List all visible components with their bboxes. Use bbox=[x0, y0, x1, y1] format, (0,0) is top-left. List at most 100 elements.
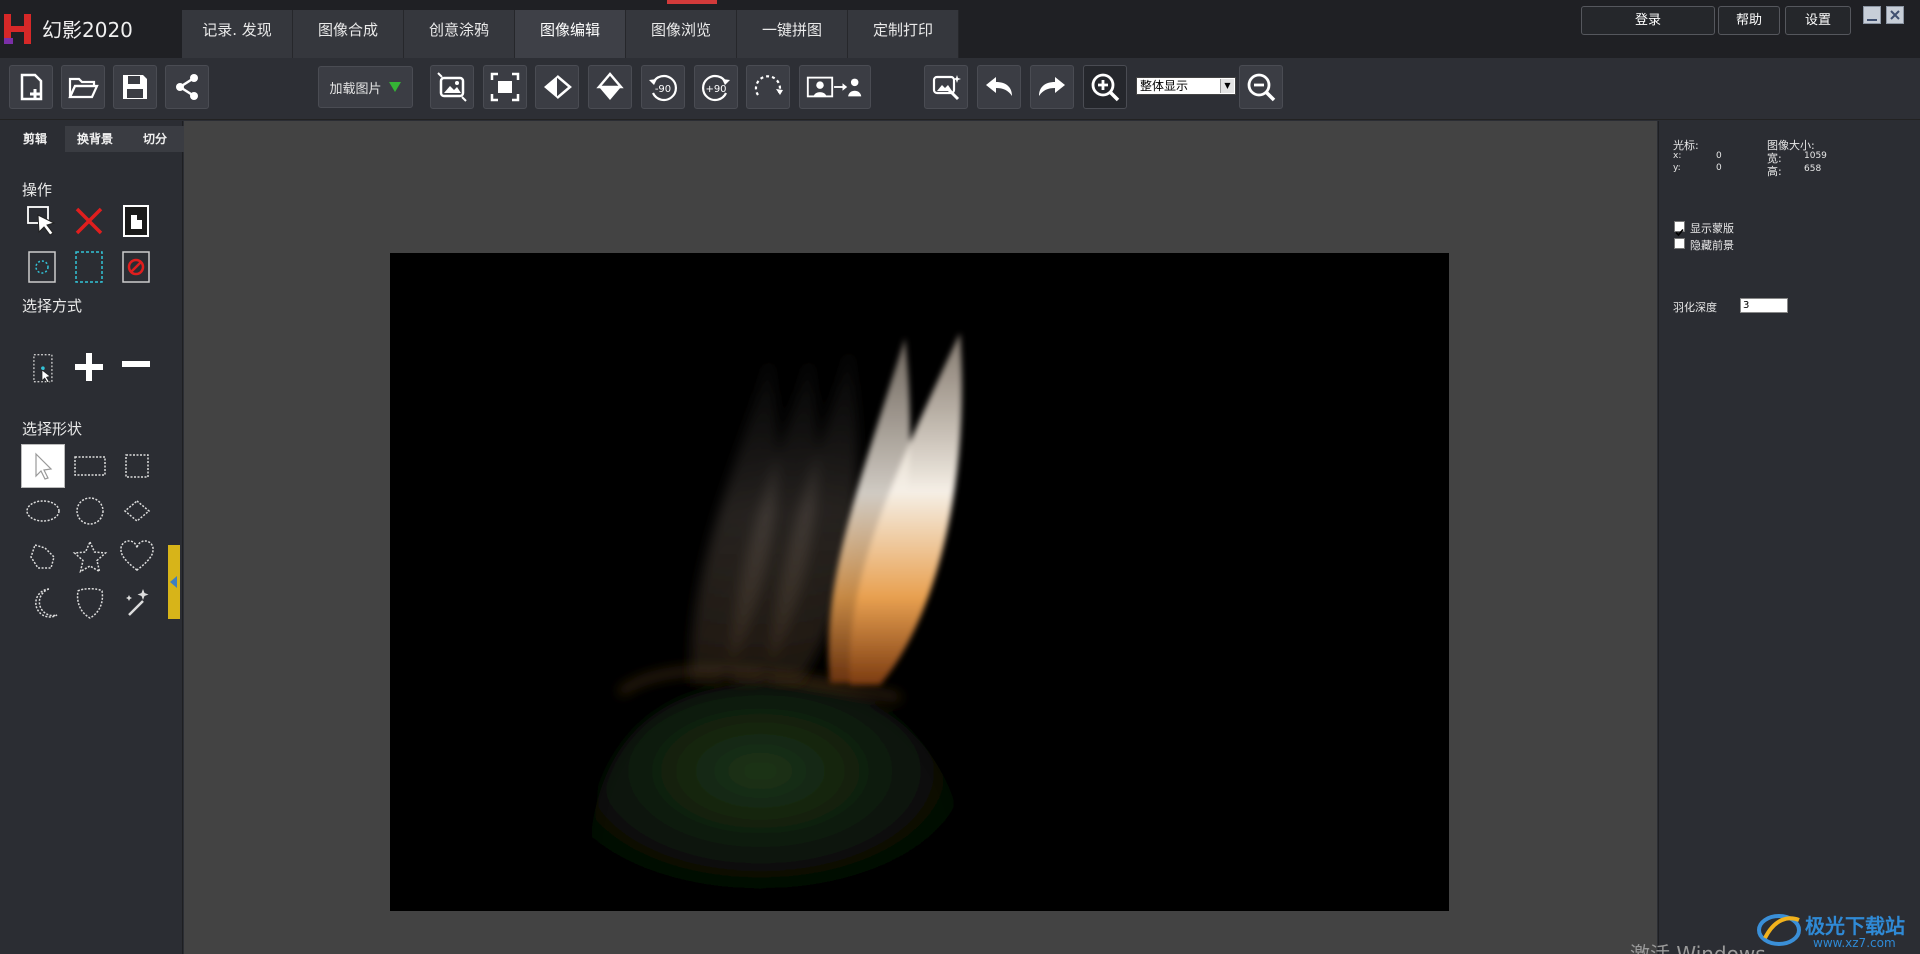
main-tabs: 记录. 发现 图像合成 创意涂鸦 图像编辑 图像浏览 一键拼图 定制打印 bbox=[182, 10, 959, 58]
brand-logo-icon bbox=[1757, 914, 1801, 946]
show-mask-label: 显示蒙版 bbox=[1690, 222, 1734, 235]
select-cursor-icon bbox=[27, 206, 56, 236]
show-mask-checkbox[interactable] bbox=[1674, 221, 1685, 237]
active-tab-marker bbox=[667, 0, 717, 4]
actual-size-icon bbox=[490, 72, 520, 102]
login-button[interactable]: 登录 bbox=[1581, 6, 1715, 35]
zoom-in-button[interactable] bbox=[1083, 65, 1127, 109]
select-move-tool[interactable] bbox=[22, 201, 62, 241]
tab-image-edit[interactable]: 图像编辑 bbox=[515, 10, 626, 58]
polygon-shape-icon bbox=[30, 544, 55, 569]
add-selection-mode[interactable] bbox=[69, 347, 109, 387]
delete-selection-tool[interactable] bbox=[69, 201, 109, 241]
no-entry-icon bbox=[122, 251, 150, 283]
fit-image-icon bbox=[437, 72, 467, 102]
tab-clip[interactable]: 剪辑 bbox=[5, 126, 65, 152]
minimize-button[interactable] bbox=[1863, 6, 1881, 24]
collapse-arrow-icon bbox=[170, 576, 177, 588]
auto-enhance-button[interactable] bbox=[924, 65, 968, 109]
settings-button[interactable]: 设置 bbox=[1785, 6, 1851, 35]
tab-change-background[interactable]: 换背景 bbox=[65, 126, 125, 152]
tab-image-compose[interactable]: 图像合成 bbox=[293, 10, 404, 58]
tab-split[interactable]: 切分 bbox=[125, 126, 185, 152]
tab-record-discover[interactable]: 记录. 发现 bbox=[182, 10, 293, 58]
auto-enhance-icon bbox=[932, 75, 961, 101]
rotate-plus-90-button[interactable]: +90 bbox=[694, 65, 738, 109]
tab-one-click-collage[interactable]: 一键拼图 bbox=[737, 10, 848, 58]
clear-selection-tool[interactable] bbox=[116, 247, 156, 287]
undo-icon bbox=[986, 77, 1012, 96]
new-file-button[interactable] bbox=[9, 65, 53, 109]
shape-heart[interactable] bbox=[117, 537, 157, 577]
toolbar: 加载图片 -90 +90 整体显示 ▼ bbox=[0, 58, 1920, 120]
shape-pointer[interactable] bbox=[21, 444, 65, 488]
circle-select-icon bbox=[28, 251, 56, 283]
share-button[interactable] bbox=[165, 65, 209, 109]
shape-diamond[interactable] bbox=[117, 491, 157, 531]
feather-depth-input[interactable]: 3 bbox=[1740, 298, 1788, 313]
app-logo bbox=[2, 12, 36, 46]
hide-foreground-checkbox[interactable] bbox=[1674, 238, 1685, 249]
shape-star[interactable] bbox=[70, 537, 110, 577]
tab-custom-print[interactable]: 定制打印 bbox=[848, 10, 959, 58]
subtract-selection-mode[interactable] bbox=[116, 347, 156, 387]
load-image-dropdown[interactable]: 加载图片 bbox=[318, 66, 413, 108]
magic-wand-icon bbox=[126, 589, 149, 616]
undo-button[interactable] bbox=[977, 65, 1021, 109]
candle-flame-image bbox=[390, 253, 1449, 911]
chevron-down-icon: ▼ bbox=[1220, 79, 1234, 93]
diamond-shape-icon bbox=[123, 500, 151, 522]
windows-activation-watermark: 激活 Windows bbox=[1630, 942, 1766, 954]
edited-image[interactable] bbox=[390, 253, 1449, 911]
shape-magic-wand[interactable] bbox=[117, 583, 157, 623]
free-rotate-button[interactable] bbox=[746, 65, 790, 109]
panel-collapse-handle[interactable] bbox=[168, 545, 180, 619]
shape-moon[interactable] bbox=[23, 583, 63, 623]
site-watermark: 极光下载站 www.xz7.com bbox=[1755, 902, 1920, 954]
save-icon bbox=[123, 75, 147, 99]
cursor-y-label: y: bbox=[1673, 163, 1681, 173]
flip-horizontal-button[interactable] bbox=[535, 65, 579, 109]
tab-creative-doodle[interactable]: 创意涂鸦 bbox=[404, 10, 515, 58]
hide-foreground-label: 隐藏前景 bbox=[1690, 239, 1734, 252]
help-button[interactable]: 帮助 bbox=[1718, 6, 1780, 35]
shape-ellipse[interactable] bbox=[23, 491, 63, 531]
new-file-icon bbox=[20, 73, 43, 101]
fit-image-button[interactable] bbox=[430, 65, 474, 109]
tab-image-browse[interactable]: 图像浏览 bbox=[626, 10, 737, 58]
share-icon bbox=[176, 74, 198, 100]
plus-icon bbox=[75, 353, 103, 381]
circle-shape-icon bbox=[76, 497, 104, 525]
rect-select-tool[interactable] bbox=[69, 247, 109, 287]
svg-text:+90: +90 bbox=[705, 84, 726, 95]
brand-name: 极光下载站 bbox=[1805, 914, 1905, 938]
flip-horizontal-icon bbox=[544, 75, 572, 99]
rotate-minus-90-button[interactable]: -90 bbox=[641, 65, 685, 109]
circle-select-tool[interactable] bbox=[22, 247, 62, 287]
delete-x-icon bbox=[75, 207, 103, 235]
zoom-mode-select[interactable]: 整体显示 ▼ bbox=[1136, 77, 1236, 95]
crop-tool[interactable] bbox=[116, 201, 156, 241]
shape-polygon[interactable] bbox=[23, 537, 63, 577]
shape-shield[interactable] bbox=[70, 583, 110, 623]
portrait-replace-button[interactable] bbox=[799, 65, 871, 109]
feather-depth-label: 羽化深度 bbox=[1673, 301, 1717, 314]
flip-vertical-button[interactable] bbox=[588, 65, 632, 109]
open-file-button[interactable] bbox=[61, 65, 105, 109]
redo-button[interactable] bbox=[1030, 65, 1074, 109]
shape-circle[interactable] bbox=[70, 491, 110, 531]
zoom-out-button[interactable] bbox=[1239, 65, 1283, 109]
zoom-in-icon bbox=[1091, 73, 1120, 102]
new-selection-mode[interactable] bbox=[22, 347, 62, 393]
shape-square[interactable] bbox=[117, 446, 157, 486]
left-panel-tabs: 剪辑 换背景 切分 bbox=[5, 126, 185, 152]
app-title: 幻影2020 bbox=[42, 18, 133, 42]
canvas-area[interactable] bbox=[184, 121, 1657, 954]
cursor-y-value: 0 bbox=[1716, 163, 1722, 173]
actual-size-button[interactable] bbox=[483, 65, 527, 109]
shape-rectangle[interactable] bbox=[70, 446, 110, 486]
dashed-select-pointer-icon bbox=[33, 354, 53, 384]
save-button[interactable] bbox=[113, 65, 157, 109]
close-window-button[interactable] bbox=[1886, 6, 1904, 24]
width-value: 1059 bbox=[1804, 151, 1827, 161]
